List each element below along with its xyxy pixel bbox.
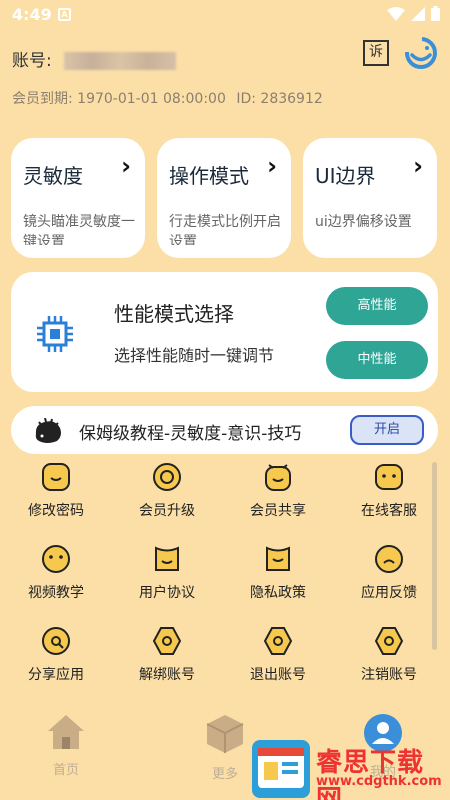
- hedgehog-icon: [35, 418, 61, 443]
- watermark-url: www.cdgthk.com: [316, 774, 442, 789]
- face-chat-icon: [375, 464, 403, 490]
- face-hex-icon: [263, 627, 293, 655]
- scrollbar[interactable]: [432, 462, 437, 650]
- card-operation-mode[interactable]: 操作模式 › 行走模式比例开启设置: [157, 138, 291, 258]
- chevron-right-icon: ›: [413, 152, 423, 180]
- grid-label: 修改密码: [28, 503, 84, 519]
- grid-label: 在线客服: [361, 503, 417, 519]
- complain-button[interactable]: 诉: [363, 40, 389, 66]
- face-share-icon: [42, 627, 70, 655]
- face-hex-icon: [374, 627, 404, 655]
- card-desc: 镜头瞄准灵敏度一键设置: [23, 214, 135, 245]
- grid-item-privacy-policy[interactable]: 隐私政策: [228, 544, 328, 602]
- wifi-icon: [387, 6, 405, 21]
- card-desc: 行走模式比例开启设置: [169, 214, 281, 245]
- grid-item-delete-account[interactable]: 注销账号: [339, 626, 439, 684]
- tab-home[interactable]: 首页: [26, 713, 106, 778]
- vip-expire: 1970-01-01 08:00:00: [77, 91, 226, 107]
- box-icon: [206, 715, 244, 753]
- account-value-masked: [64, 52, 176, 70]
- battery-icon: [431, 6, 440, 21]
- performance-title: 性能模式选择: [114, 302, 234, 326]
- card-desc: ui边界偏移设置: [315, 214, 412, 230]
- grid-label: 用户协议: [139, 585, 195, 601]
- face-doc-icon: [155, 546, 179, 571]
- grid-item-change-password[interactable]: 修改密码: [6, 462, 106, 520]
- face-sad-icon: [375, 545, 403, 573]
- card-sensitivity[interactable]: 灵敏度 › 镜头瞄准灵敏度一键设置: [11, 138, 145, 258]
- face-circle-icon: [153, 463, 181, 491]
- status-time: 4:49: [12, 5, 52, 24]
- high-performance-button[interactable]: 高性能: [326, 287, 428, 325]
- watermark-name: 睿思下载网: [316, 748, 425, 800]
- id-value: 2836912: [260, 91, 323, 107]
- card-title: 灵敏度: [23, 164, 83, 188]
- chip-icon: [37, 316, 73, 352]
- grid-label: 注销账号: [361, 667, 417, 683]
- chevron-right-icon: ›: [121, 152, 131, 180]
- notification-icon: A: [58, 8, 71, 21]
- account-label: 账号:: [12, 51, 52, 71]
- smile-logo-icon[interactable]: [404, 36, 438, 70]
- grid-item-vip-share[interactable]: 会员共享: [228, 462, 328, 520]
- status-bar: 4:49 A: [0, 0, 450, 30]
- grid-label: 隐私政策: [250, 585, 306, 601]
- face-round-icon: [42, 545, 70, 573]
- id-label: ID:: [236, 91, 256, 107]
- vip-info: 会员到期: 1970-01-01 08:00:00 ID: 2836912: [12, 88, 323, 108]
- performance-desc: 选择性能随时一键调节: [114, 346, 275, 365]
- signal-icon: [411, 6, 425, 21]
- grid-item-app-feedback[interactable]: 应用反馈: [339, 544, 439, 602]
- grid-label: 会员升级: [139, 503, 195, 519]
- face-hex-icon: [152, 627, 182, 655]
- vip-label: 会员到期:: [12, 91, 73, 107]
- face-shield-icon: [266, 546, 290, 571]
- grid-label: 分享应用: [28, 667, 84, 683]
- grid-label: 解绑账号: [139, 667, 195, 683]
- watermark: 睿思下载网 www.cdgthk.com: [252, 740, 450, 800]
- card-title: UI边界: [315, 164, 376, 188]
- tab-label: 首页: [52, 763, 79, 778]
- grid-item-vip-upgrade[interactable]: 会员升级: [117, 462, 217, 520]
- home-icon: [48, 715, 84, 749]
- watermark-logo-icon: [252, 740, 310, 798]
- grid-item-video-tutorial[interactable]: 视频教学: [6, 544, 106, 602]
- grid-item-share-app[interactable]: 分享应用: [6, 626, 106, 684]
- mid-performance-button[interactable]: 中性能: [326, 341, 428, 379]
- tutorial-open-button[interactable]: 开启: [350, 415, 424, 445]
- grid-label: 退出账号: [250, 667, 306, 683]
- system-icons: [387, 6, 440, 21]
- performance-card: 性能模式选择 选择性能随时一键调节 高性能 中性能: [11, 272, 438, 392]
- grid-item-unbind-account[interactable]: 解绑账号: [117, 626, 217, 684]
- grid-label: 会员共享: [250, 503, 306, 519]
- face-alarm-icon: [265, 464, 291, 491]
- grid-label: 应用反馈: [361, 585, 417, 601]
- card-title: 操作模式: [169, 164, 249, 188]
- tutorial-text: 保姆级教程-灵敏度-意识-技巧: [79, 424, 302, 444]
- grid-item-user-agreement[interactable]: 用户协议: [117, 544, 217, 602]
- grid-label: 视频教学: [28, 585, 84, 601]
- grid-item-online-service[interactable]: 在线客服: [339, 462, 439, 520]
- face-smile-square-icon: [42, 463, 70, 491]
- chevron-right-icon: ›: [267, 152, 277, 180]
- tutorial-bar[interactable]: 保姆级教程-灵敏度-意识-技巧 开启: [11, 406, 438, 454]
- grid-item-logout[interactable]: 退出账号: [228, 626, 328, 684]
- card-ui-border[interactable]: UI边界 › ui边界偏移设置: [303, 138, 437, 258]
